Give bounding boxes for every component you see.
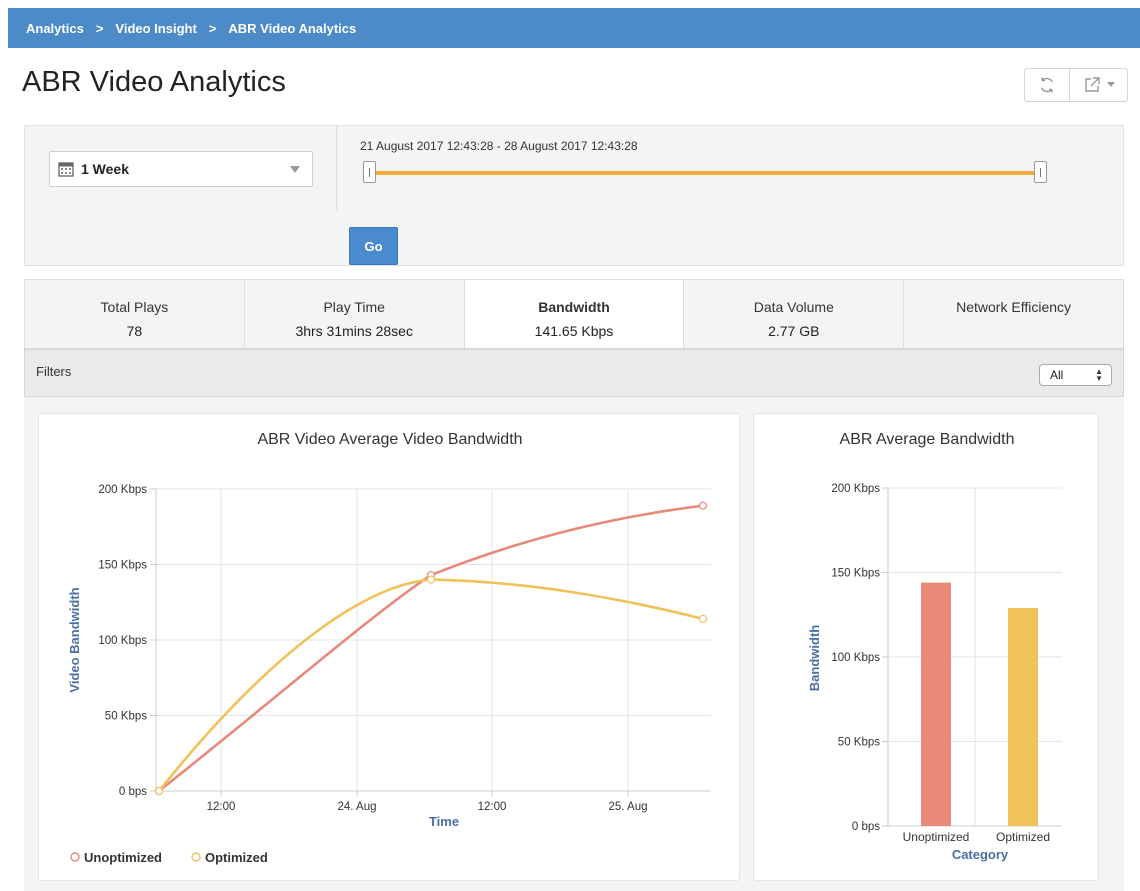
data-point-unoptimized	[698, 501, 708, 510]
series-line-optimized	[157, 578, 704, 792]
filter-select-value: All	[1050, 368, 1064, 382]
calendar-icon	[58, 162, 74, 177]
filters-label: Filters	[36, 364, 72, 379]
export-button[interactable]	[1070, 69, 1127, 101]
metric-value: 2.77 GB	[768, 323, 820, 339]
period-select-value: 1 Week	[81, 161, 129, 177]
y-tick-label: 0 bps	[852, 821, 880, 833]
time-range-slider[interactable]	[370, 171, 1040, 175]
metric-label: Play Time	[323, 299, 385, 315]
slider-start-handle[interactable]	[363, 161, 376, 183]
x-tick-label: Unoptimized	[903, 830, 970, 844]
refresh-icon	[1040, 77, 1054, 93]
legend-marker-unoptimized	[70, 852, 80, 862]
select-arrows-icon: ▲ ▼	[1095, 367, 1103, 383]
filter-select[interactable]: All ▲ ▼	[1039, 364, 1112, 386]
breadcrumb-separator: >	[208, 20, 217, 36]
y-tick-label: 50 Kbps	[105, 711, 147, 723]
line-chart: ABR Video Average Video Bandwidth 0 bps 50…	[67, 431, 711, 865]
metric-tab-network-efficiency[interactable]: Network Efficiency	[904, 280, 1123, 348]
bar-chart: ABR Average Bandwidth 0 bps 50 Kbps 100 Kbp…	[807, 431, 1062, 862]
charts-area: ABR Video Average Video Bandwidth 0 bps 50…	[24, 397, 1124, 891]
metric-tab-bandwidth[interactable]: Bandwidth 141.65 Kbps	[464, 280, 685, 348]
bar-optimized	[1008, 607, 1038, 826]
series-line-unoptimized	[158, 504, 704, 793]
line-chart-title: ABR Video Average Video Bandwidth	[257, 431, 522, 448]
x-tick-label: Optimized	[996, 830, 1050, 844]
dropdown-arrow-icon	[290, 166, 300, 173]
y-tick-label: 150 Kbps	[831, 568, 880, 580]
y-tick-label: 150 Kbps	[98, 560, 147, 572]
filters-bar: Filters All ▲ ▼	[24, 349, 1124, 397]
time-range-panel: 1 Week 21 August 2017 12:43:28 - 28 Augu…	[24, 125, 1124, 266]
y-tick-label: 100 Kbps	[831, 652, 880, 664]
data-point-optimized	[154, 786, 164, 796]
y-tick-label: 100 Kbps	[98, 635, 147, 647]
x-tick-label: 12:00	[207, 801, 236, 813]
legend-label: Unoptimized	[84, 850, 162, 865]
bar-chart-title: ABR Average Bandwidth	[840, 431, 1015, 448]
metric-value: 141.65 Kbps	[534, 323, 614, 339]
slider-end-handle[interactable]	[1034, 161, 1047, 183]
refresh-button[interactable]	[1025, 69, 1071, 101]
metric-label: Bandwidth	[538, 299, 610, 315]
breadcrumb-separator: >	[95, 20, 104, 36]
title-toolbar	[1024, 68, 1128, 102]
x-tick-label: 24. Aug	[337, 801, 376, 813]
metric-tab-total-plays[interactable]: Total Plays 78	[25, 280, 245, 348]
y-tick-label: 0 bps	[119, 786, 147, 798]
breadcrumb-item-current: ABR Video Analytics	[228, 20, 357, 36]
breadcrumb: Analytics > Video Insight > ABR Video An…	[8, 8, 1140, 48]
period-select[interactable]: 1 Week	[49, 151, 313, 187]
y-tick-label: 200 Kbps	[831, 483, 880, 495]
divider	[336, 126, 337, 210]
data-point-optimized	[698, 614, 708, 623]
x-tick-label: 12:00	[478, 801, 507, 813]
x-axis-title: Category	[952, 847, 1009, 862]
metric-label: Data Volume	[753, 299, 834, 315]
y-axis-title: Bandwidth	[807, 625, 822, 691]
legend-marker-optimized	[191, 852, 201, 862]
metric-tab-play-time[interactable]: Play Time 3hrs 31mins 28sec	[245, 280, 465, 348]
chevron-down-icon	[1106, 82, 1115, 87]
x-axis-title: Time	[429, 814, 459, 829]
y-axis-title: Video Bandwidth	[67, 587, 82, 692]
metric-tab-data-volume[interactable]: Data Volume 2.77 GB	[684, 280, 905, 348]
date-range-text: 21 August 2017 12:43:28 - 28 August 2017…	[360, 139, 638, 153]
bar-chart-card: ABR Average Bandwidth 0 bps 50 Kbps 100 Kbp…	[753, 413, 1099, 881]
metric-value: 78	[126, 323, 143, 339]
breadcrumb-item-analytics[interactable]: Analytics	[26, 21, 84, 36]
metric-label: Total Plays	[100, 299, 169, 315]
page-title: ABR Video Analytics	[22, 66, 286, 98]
y-tick-label: 200 Kbps	[98, 484, 147, 496]
bar-unoptimized	[921, 582, 951, 826]
go-button[interactable]: Go	[349, 227, 398, 265]
breadcrumb-item-video-insight[interactable]: Video Insight	[115, 21, 196, 36]
metric-value: 3hrs 31mins 28sec	[295, 323, 413, 339]
legend-label: Optimized	[205, 850, 268, 865]
x-tick-label: 25. Aug	[608, 801, 647, 813]
y-tick-label: 50 Kbps	[838, 737, 880, 749]
export-icon	[1084, 77, 1100, 92]
line-chart-card: ABR Video Average Video Bandwidth 0 bps 50…	[38, 413, 740, 881]
metric-label: Network Efficiency	[956, 299, 1072, 315]
data-point-optimized	[426, 575, 436, 584]
metric-tabs: Total Plays 78 Play Time 3hrs 31mins 28sec B…	[24, 279, 1124, 349]
